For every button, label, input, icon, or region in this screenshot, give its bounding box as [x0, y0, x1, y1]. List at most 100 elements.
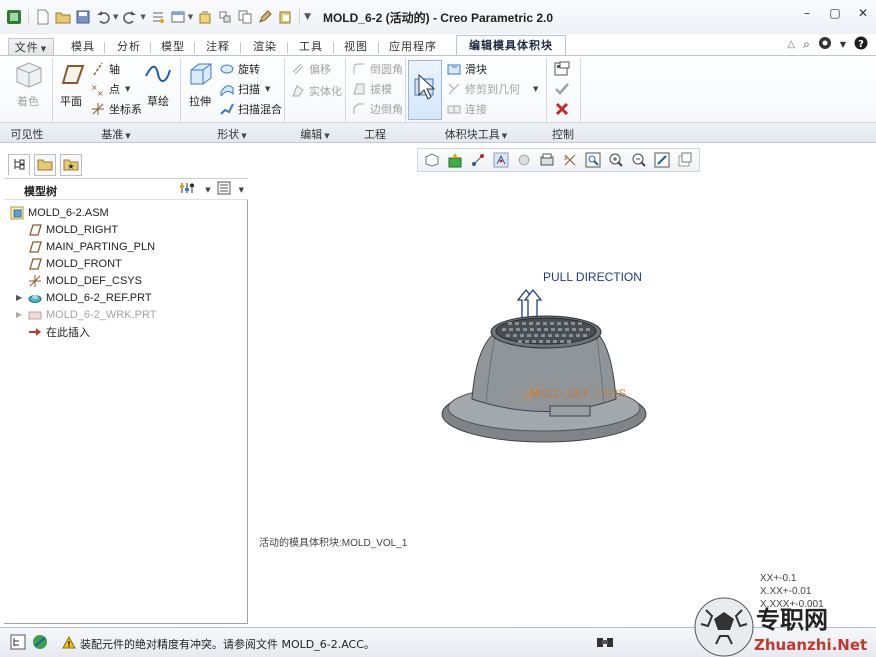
- chevron-down-icon[interactable]: ▼: [533, 85, 538, 93]
- tree-show-icon[interactable]: [217, 181, 231, 198]
- chamfer-label: 边倒角: [370, 103, 403, 116]
- csys-button[interactable]: 坐标系: [90, 100, 142, 118]
- tab-mold[interactable]: 模具: [66, 38, 100, 56]
- annotation-display-icon[interactable]: [513, 150, 535, 170]
- group-label-shapes[interactable]: 形状 ▼: [182, 126, 282, 142]
- chevron-down-icon[interactable]: ▼: [840, 40, 846, 49]
- ptc-community-icon[interactable]: [818, 36, 832, 53]
- datum-plane-icon: [28, 223, 42, 237]
- axis-button[interactable]: 轴: [90, 60, 120, 78]
- plane-button[interactable]: 平面: [51, 59, 91, 109]
- tab-folder-browser[interactable]: [34, 154, 56, 176]
- sketch-button[interactable]: 草绘: [138, 59, 178, 109]
- toggle-browser-icon[interactable]: [32, 634, 48, 653]
- chevron-down-icon[interactable]: ▼: [205, 186, 210, 194]
- revolve-button[interactable]: 旋转: [219, 60, 260, 78]
- swept-blend-button[interactable]: 扫描混合: [219, 100, 282, 118]
- tab-separator: [194, 42, 195, 54]
- chamfer-button[interactable]: 边倒角: [351, 100, 403, 118]
- slide-button[interactable]: 滑块: [446, 60, 487, 78]
- csys-display-icon[interactable]: x: [559, 150, 581, 170]
- tab-edit-mold-volume[interactable]: 编辑模具体积块: [456, 35, 566, 57]
- extrude-icon: [185, 59, 215, 89]
- trim-to-geometry-button[interactable]: 修剪到几何 ▼: [446, 80, 538, 98]
- search-icon[interactable]: ⌕: [803, 37, 810, 52]
- zoom-window-icon[interactable]: [582, 150, 604, 170]
- extrude-button[interactable]: 拉伸: [180, 59, 220, 109]
- tree-item-mold-front[interactable]: MOLD_FRONT: [28, 255, 122, 272]
- svg-text:?: ?: [858, 39, 864, 50]
- graphics-window[interactable]: PULL DIRECTION MOLD_DEF_CSYS 活动的模具体积块:MO…: [250, 174, 876, 626]
- zoom-out-icon[interactable]: [628, 150, 650, 170]
- tree-item-insert-here[interactable]: 在此插入: [28, 323, 90, 340]
- chevron-down-icon[interactable]: ▼: [125, 85, 130, 93]
- saved-orientations-icon[interactable]: [421, 150, 443, 170]
- chevron-down-icon[interactable]: ▼: [239, 186, 244, 194]
- watermark-logo: 专职网 Zhuanzhi.Net: [694, 592, 876, 657]
- group-label-volume-tools[interactable]: 体积块工具 ▼: [408, 126, 544, 142]
- print-view-icon[interactable]: [536, 150, 558, 170]
- tab-annotate[interactable]: 注释: [201, 38, 235, 56]
- solidify-button[interactable]: 实体化: [290, 82, 342, 100]
- repaint-icon[interactable]: [674, 150, 696, 170]
- pull-direction-label: PULL DIRECTION: [543, 270, 642, 284]
- chevron-down-icon[interactable]: ▼: [265, 85, 270, 93]
- refit-icon[interactable]: [651, 150, 673, 170]
- offset-button[interactable]: 偏移: [290, 60, 331, 78]
- tree-item-main-parting-pln[interactable]: MAIN_PARTING_PLN: [28, 238, 155, 255]
- tree-settings-icon[interactable]: [179, 181, 197, 198]
- tab-applications[interactable]: 应用程序: [383, 38, 443, 56]
- close-icon[interactable]: ✕: [856, 6, 870, 20]
- tab-model[interactable]: 模型: [156, 38, 190, 56]
- zoom-in-icon[interactable]: [605, 150, 627, 170]
- tab-analysis[interactable]: 分析: [112, 38, 146, 56]
- sweep-button[interactable]: 扫描 ▼: [219, 80, 270, 98]
- cancel-button[interactable]: [554, 100, 570, 118]
- tree-item-mold-def-csys[interactable]: MOLD_DEF_CSYS: [28, 272, 142, 289]
- window-title: MOLD_6-2 (活动的) - Creo Parametric 2.0: [322, 11, 554, 25]
- display-style-icon[interactable]: [444, 150, 466, 170]
- sketch-label: 草绘: [147, 95, 169, 108]
- tab-favorites[interactable]: ★: [60, 154, 82, 176]
- group-label-datum[interactable]: 基准 ▼: [54, 126, 178, 142]
- toggle-navigator-icon[interactable]: [10, 634, 26, 653]
- tab-view[interactable]: 视图: [339, 38, 373, 56]
- accept-button[interactable]: [554, 80, 570, 98]
- offset-label: 偏移: [309, 63, 331, 76]
- select-volume-button[interactable]: [408, 60, 442, 120]
- tab-tools[interactable]: 工具: [294, 38, 328, 56]
- minimize-icon[interactable]: –: [800, 6, 814, 20]
- group-label-editing[interactable]: 编辑 ▼: [286, 126, 344, 142]
- tab-render[interactable]: 渲染: [248, 38, 282, 56]
- tree-item-ref-part[interactable]: MOLD_6-2_REF.PRT: [28, 289, 152, 306]
- model-viewport[interactable]: PULL DIRECTION MOLD_DEF_CSYS 活动的模具体积块:MO…: [250, 174, 876, 626]
- mold-part-model[interactable]: [441, 315, 647, 443]
- datum-display-filter-icon[interactable]: [467, 150, 489, 170]
- tree-item-mold-right[interactable]: MOLD_RIGHT: [28, 221, 118, 238]
- expand-arrow-icon[interactable]: ▶: [16, 293, 22, 302]
- part-icon: [28, 291, 42, 305]
- tree-item-assembly[interactable]: MOLD_6-2.ASM: [10, 204, 109, 221]
- assembly-icon: [10, 206, 24, 220]
- help-icon[interactable]: ?: [854, 36, 868, 53]
- expand-arrow-icon[interactable]: ▶: [16, 310, 22, 319]
- tree-item-label: MOLD_FRONT: [46, 257, 122, 270]
- offset-icon: [290, 61, 306, 77]
- join-button[interactable]: 连接: [446, 100, 487, 118]
- collapse-ribbon-icon[interactable]: △: [787, 39, 795, 50]
- find-icon[interactable]: [596, 634, 614, 653]
- round-button[interactable]: 倒圆角: [351, 60, 403, 78]
- trim-label: 修剪到几何: [465, 83, 520, 96]
- tab-model-tree[interactable]: [8, 154, 30, 176]
- tab-file[interactable]: 文件 ▼: [8, 38, 54, 56]
- draft-button[interactable]: 拔模: [351, 80, 392, 98]
- maximize-icon[interactable]: ▢: [828, 6, 842, 20]
- tree-item-workpiece[interactable]: MOLD_6-2_WRK.PRT: [28, 306, 156, 323]
- extrude-label: 拉伸: [189, 95, 211, 108]
- shading-button[interactable]: 着色: [8, 59, 48, 109]
- point-button[interactable]: × × 点 ▼: [90, 80, 130, 98]
- solidify-icon: [290, 83, 306, 99]
- preview-button[interactable]: [554, 60, 570, 78]
- spin-center-icon[interactable]: [490, 150, 512, 170]
- watermark-cn: 专职网: [756, 605, 828, 634]
